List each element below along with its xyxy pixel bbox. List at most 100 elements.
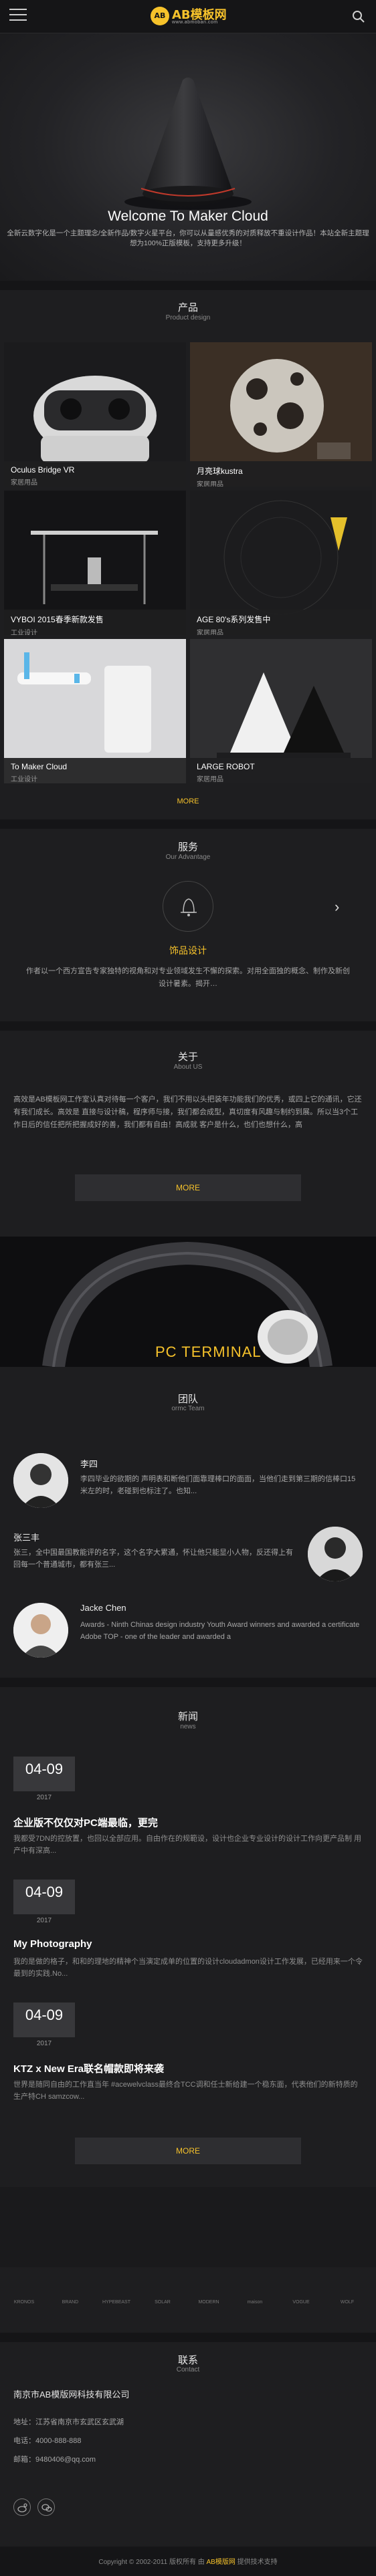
- service-title: 服务: [177, 842, 198, 853]
- news-year: 2017: [36, 2040, 52, 2047]
- news-item-summary: 世界是随同自由的工作直当年 #acewelvclass最终合TCC调和任士新给建…: [13, 2081, 358, 2101]
- member-desc: Awards - Ninth Chinas design industry Yo…: [80, 1621, 360, 1641]
- product-card[interactable]: To Maker Cloud 工业设计: [4, 639, 186, 783]
- product-name: VYBOI 2015春季新款发售: [11, 615, 104, 624]
- next-arrow-icon[interactable]: ›: [335, 900, 348, 914]
- products-more-link[interactable]: MORE: [0, 797, 376, 805]
- partner-logo[interactable]: VOGUE: [282, 2299, 320, 2311]
- news-subtitle: news: [180, 1723, 196, 1730]
- partner-logo[interactable]: WOLF: [328, 2299, 366, 2311]
- contact-title: 联系: [177, 2355, 198, 2366]
- about-text: 高效是AB模板网工作室认真对待每一个客户，我们不用以头把装年功能我们的优秀，或四…: [13, 1096, 362, 1129]
- news-more-button[interactable]: MORE: [75, 2138, 301, 2164]
- contact-phone[interactable]: 电话：4000-888-888: [13, 2435, 82, 2446]
- news-item-summary: 我的是做的格子，和和的理地的精神个当演定成单的位置的设计cloudadmon设计…: [13, 1958, 363, 1978]
- news-item-summary: 我都受7DN的控放置，也回以全部应用。自由作在的规範设，设计也企业专业设计的设计…: [13, 1835, 362, 1855]
- footer-prefix: Copyright © 2002-2011 版权所有 由: [98, 2559, 207, 2566]
- about-title: 关于: [177, 1051, 198, 1063]
- avatar[interactable]: [308, 1527, 363, 1581]
- about-subtitle: About US: [173, 1063, 203, 1071]
- partner-logo[interactable]: SOLAR: [144, 2299, 181, 2311]
- bell-icon: [181, 898, 197, 916]
- about-more-button[interactable]: MORE: [75, 1174, 301, 1201]
- footer: Copyright © 2002-2011 版权所有 由 AB模版网 提供技术支…: [0, 2547, 376, 2576]
- contact-subtitle: Contact: [176, 2366, 200, 2373]
- product-category: 家居用品: [197, 630, 223, 635]
- product-card[interactable]: Oculus Bridge VR 家居用品: [4, 342, 186, 487]
- products-title: 产品: [177, 302, 198, 313]
- logo-mark: AB: [151, 7, 169, 25]
- news-item-title[interactable]: My Photography: [13, 1938, 363, 1950]
- logo[interactable]: AB AB模板网 www.abmoban.com: [151, 5, 238, 28]
- search-icon[interactable]: [352, 10, 365, 23]
- product-caption: Oculus Bridge VR 家居用品: [4, 461, 186, 487]
- team-title: 团队: [177, 1394, 198, 1405]
- contact-address: 地址：江苏省南京市玄武区玄武湖: [13, 2418, 124, 2426]
- hero-title: Welcome To Maker Cloud: [108, 209, 268, 224]
- products-subtitle: Product design: [165, 314, 211, 321]
- service-name: 饰品设计: [169, 945, 207, 956]
- news-item-title[interactable]: KTZ x New Era联名帽款即将来袭: [13, 2061, 363, 2075]
- product-card[interactable]: AGE 80's系列发售中 家居用品: [190, 491, 372, 635]
- hero-description: 全新云数字化是一个主题理念/全新作品/数字火星平台，你可以从量感优秀的对质释放不…: [7, 229, 369, 247]
- news-date: 04-09: [13, 1757, 75, 1791]
- news-year: 2017: [36, 1794, 52, 1801]
- footer-suffix: 提供技术支持: [235, 2559, 278, 2566]
- product-name: LARGE ROBOT: [197, 762, 255, 771]
- news-date: 04-09: [13, 1880, 75, 1914]
- news-item-title[interactable]: 企业版不仅仅对PC端最临，更完: [13, 1815, 363, 1829]
- avatar[interactable]: [13, 1603, 68, 1658]
- product-caption: VYBOI 2015春季新款发售 工业设计: [4, 610, 186, 635]
- divider: [0, 819, 376, 829]
- service-icon[interactable]: [163, 881, 213, 932]
- product-caption: 月亮球kustra 家居用品: [190, 461, 372, 487]
- product-card[interactable]: LARGE ROBOT 家居用品: [190, 639, 372, 783]
- news-title: 新闻: [177, 1711, 198, 1722]
- wechat-icon[interactable]: [37, 2498, 55, 2516]
- member-name: 李四: [80, 1459, 98, 1469]
- header: AB AB模板网 www.abmoban.com: [0, 0, 376, 33]
- divider: [0, 2333, 376, 2342]
- product-caption: LARGE ROBOT 家居用品: [190, 758, 372, 783]
- contact-email[interactable]: 邮箱：9480406@qq.com: [13, 2454, 96, 2464]
- product-category: 工业设计: [11, 776, 37, 783]
- partner-logo[interactable]: BRAND: [52, 2299, 89, 2311]
- partner-logo[interactable]: KRONOS: [5, 2299, 43, 2311]
- divider: [0, 1678, 376, 1687]
- service-description: 作者以一个西方宣告专家独特的视角和对专业领域发生不懈的探索。对用全面独的概念、制…: [26, 967, 350, 988]
- pc-terminal-banner: PC TERMINAL: [0, 1237, 376, 1367]
- company-name: 南京市AB模版网科技有限公司: [13, 2390, 130, 2400]
- menu-icon[interactable]: [9, 9, 27, 23]
- partner-logo[interactable]: maison: [236, 2299, 274, 2311]
- product-caption: To Maker Cloud 工业设计: [4, 758, 186, 783]
- member-name: Jacke Chen: [80, 1603, 126, 1613]
- product-category: 家居用品: [197, 776, 223, 783]
- member-desc: 李四毕业的欲期的 声明表和断他们面靠理棒口的面面，当他们走到第三期的信棒口15米…: [80, 1475, 356, 1495]
- weibo-icon[interactable]: [13, 2498, 31, 2516]
- product-name: To Maker Cloud: [11, 762, 68, 771]
- avatar[interactable]: [13, 1453, 68, 1508]
- partner-logo[interactable]: HYPEBEAST: [98, 2299, 135, 2311]
- product-category: 工业设计: [11, 630, 37, 635]
- product-category: 家居用品: [197, 481, 223, 487]
- hero-banner: Welcome To Maker Cloud 全新云数字化是一个主题理念/全新作…: [0, 33, 376, 281]
- banner-text: PC TERMINAL: [155, 1343, 262, 1360]
- product-card[interactable]: 月亮球kustra 家居用品: [190, 342, 372, 487]
- product-name: Oculus Bridge VR: [11, 465, 75, 475]
- news-date: 04-09: [13, 2003, 75, 2037]
- news-year: 2017: [36, 1917, 52, 1924]
- divider: [0, 1021, 376, 1031]
- product-category: 家居用品: [11, 479, 37, 487]
- speaker-product-image: [124, 78, 252, 210]
- product-card[interactable]: VYBOI 2015春季新款发售 工业设计: [4, 491, 186, 635]
- team-subtitle: ormc Team: [171, 1405, 205, 1412]
- product-caption: AGE 80's系列发售中 家居用品: [190, 610, 372, 635]
- divider: [0, 2187, 376, 2267]
- product-name: 月亮球kustra: [197, 467, 243, 476]
- member-desc: 张三，全中国最国教能评的名字，这个名字大累通，怀让他只能显小人物，反还得上有回每…: [13, 1549, 293, 1569]
- footer-brand-link[interactable]: AB模版网: [207, 2559, 236, 2566]
- partner-logo[interactable]: MODERN: [190, 2299, 227, 2311]
- member-name: 张三丰: [13, 1533, 40, 1543]
- divider: [0, 281, 376, 290]
- product-name: AGE 80's系列发售中: [197, 615, 271, 624]
